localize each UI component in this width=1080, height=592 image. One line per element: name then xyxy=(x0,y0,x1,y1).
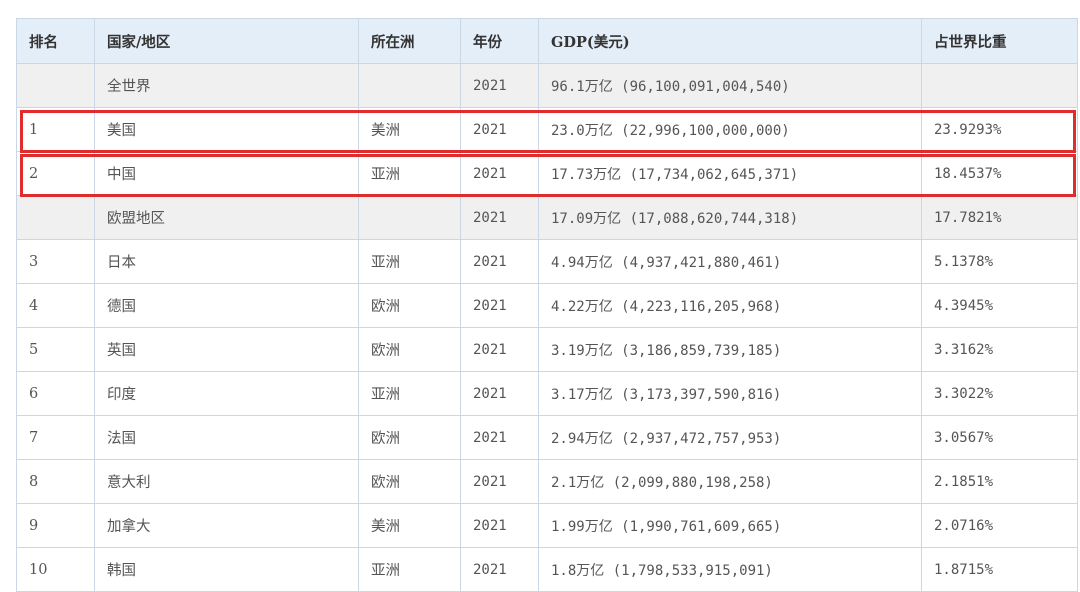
share-cell: 2.1851% xyxy=(921,459,1078,504)
rank-cell xyxy=(16,195,95,240)
table-row: 6 印度 亚洲 2021 3.17万亿 (3,173,397,590,816) 3.302… xyxy=(16,371,1078,416)
rank-cell: 9 xyxy=(16,503,95,548)
country-cell: 全世界 xyxy=(94,63,359,108)
gdp-cell: 17.09万亿 (17,088,620,744,318) xyxy=(538,195,922,240)
table-row: 7 法国 欧洲 2021 2.94万亿 (2,937,472,757,953) 3.056… xyxy=(16,415,1078,460)
column-header-share: 占世界比重 xyxy=(921,18,1078,64)
year-cell: 2021 xyxy=(460,283,539,328)
year-cell: 2021 xyxy=(460,547,539,592)
rank-cell: 10 xyxy=(16,547,95,592)
table-row: 2 中国 亚洲 2021 17.73万亿 (17,734,062,645,371) 18.… xyxy=(16,151,1078,196)
continent-cell: 亚洲 xyxy=(358,239,461,284)
gdp-cell: 17.73万亿 (17,734,062,645,371) xyxy=(538,151,922,196)
country-cell: 英国 xyxy=(94,327,359,372)
continent-cell: 亚洲 xyxy=(358,547,461,592)
gdp-cell: 4.22万亿 (4,223,116,205,968) xyxy=(538,283,922,328)
year-cell: 2021 xyxy=(460,459,539,504)
column-header-continent: 所在洲 xyxy=(358,18,461,64)
column-header-country: 国家/地区 xyxy=(94,18,359,64)
gdp-ranking-table: 排名 国家/地区 所在洲 年份 GDP(美元) 占世界比重 全世界 2021 96.… xyxy=(16,18,1078,592)
gdp-cell: 96.1万亿 (96,100,091,004,540) xyxy=(538,63,922,108)
rank-cell: 7 xyxy=(16,415,95,460)
gdp-cell: 2.94万亿 (2,937,472,757,953) xyxy=(538,415,922,460)
year-cell: 2021 xyxy=(460,239,539,284)
rank-cell: 3 xyxy=(16,239,95,284)
continent-cell: 欧洲 xyxy=(358,415,461,460)
rank-cell: 1 xyxy=(16,107,95,152)
rank-cell: 6 xyxy=(16,371,95,416)
continent-cell xyxy=(358,195,461,240)
year-cell: 2021 xyxy=(460,107,539,152)
table-row: 5 英国 欧洲 2021 3.19万亿 (3,186,859,739,185) 3.316… xyxy=(16,327,1078,372)
header-row: 排名 国家/地区 所在洲 年份 GDP(美元) 占世界比重 xyxy=(16,18,1078,64)
country-cell: 印度 xyxy=(94,371,359,416)
share-cell: 3.3162% xyxy=(921,327,1078,372)
share-cell: 4.3945% xyxy=(921,283,1078,328)
continent-cell: 美洲 xyxy=(358,503,461,548)
continent-cell: 美洲 xyxy=(358,107,461,152)
rank-cell: 5 xyxy=(16,327,95,372)
year-cell: 2021 xyxy=(460,415,539,460)
share-cell: 5.1378% xyxy=(921,239,1078,284)
table-row-aggregate: 全世界 2021 96.1万亿 (96,100,091,004,540) xyxy=(16,63,1078,108)
column-header-rank: 排名 xyxy=(16,18,95,64)
year-cell: 2021 xyxy=(460,63,539,108)
rank-cell: 8 xyxy=(16,459,95,504)
gdp-cell: 1.99万亿 (1,990,761,609,665) xyxy=(538,503,922,548)
gdp-cell: 3.17万亿 (3,173,397,590,816) xyxy=(538,371,922,416)
continent-cell: 欧洲 xyxy=(358,283,461,328)
table-row: 9 加拿大 美洲 2021 1.99万亿 (1,990,761,609,665) 2.07… xyxy=(16,503,1078,548)
continent-cell: 欧洲 xyxy=(358,459,461,504)
table-row: 1 美国 美洲 2021 23.0万亿 (22,996,100,000,000) 23.9… xyxy=(16,107,1078,152)
country-cell: 意大利 xyxy=(94,459,359,504)
year-cell: 2021 xyxy=(460,371,539,416)
share-cell: 1.8715% xyxy=(921,547,1078,592)
column-header-year: 年份 xyxy=(460,18,539,64)
country-cell: 欧盟地区 xyxy=(94,195,359,240)
column-header-gdp: GDP(美元) xyxy=(538,18,922,64)
gdp-cell: 2.1万亿 (2,099,880,198,258) xyxy=(538,459,922,504)
table-row: 4 德国 欧洲 2021 4.22万亿 (4,223,116,205,968) 4.394… xyxy=(16,283,1078,328)
table-header: 排名 国家/地区 所在洲 年份 GDP(美元) 占世界比重 xyxy=(16,18,1078,64)
table-row: 8 意大利 欧洲 2021 2.1万亿 (2,099,880,198,258) 2.185… xyxy=(16,459,1078,504)
continent-cell xyxy=(358,63,461,108)
country-cell: 日本 xyxy=(94,239,359,284)
continent-cell: 欧洲 xyxy=(358,327,461,372)
table-body: 全世界 2021 96.1万亿 (96,100,091,004,540) 1 美国 美洲 2… xyxy=(16,63,1078,592)
table-row: 10 韩国 亚洲 2021 1.8万亿 (1,798,533,915,091) 1.871… xyxy=(16,547,1078,592)
rank-cell: 4 xyxy=(16,283,95,328)
table-row-aggregate: 欧盟地区 2021 17.09万亿 (17,088,620,744,318) 17.7… xyxy=(16,195,1078,240)
gdp-cell: 3.19万亿 (3,186,859,739,185) xyxy=(538,327,922,372)
share-cell xyxy=(921,63,1078,108)
gdp-cell: 1.8万亿 (1,798,533,915,091) xyxy=(538,547,922,592)
continent-cell: 亚洲 xyxy=(358,371,461,416)
rank-cell xyxy=(16,63,95,108)
rank-cell: 2 xyxy=(16,151,95,196)
gdp-cell: 23.0万亿 (22,996,100,000,000) xyxy=(538,107,922,152)
table-row: 3 日本 亚洲 2021 4.94万亿 (4,937,421,880,461) 5.137… xyxy=(16,239,1078,284)
continent-cell: 亚洲 xyxy=(358,151,461,196)
share-cell: 2.0716% xyxy=(921,503,1078,548)
year-cell: 2021 xyxy=(460,195,539,240)
share-cell: 3.0567% xyxy=(921,415,1078,460)
country-cell: 中国 xyxy=(94,151,359,196)
year-cell: 2021 xyxy=(460,503,539,548)
country-cell: 法国 xyxy=(94,415,359,460)
country-cell: 德国 xyxy=(94,283,359,328)
country-cell: 美国 xyxy=(94,107,359,152)
share-cell: 3.3022% xyxy=(921,371,1078,416)
share-cell: 18.4537% xyxy=(921,151,1078,196)
year-cell: 2021 xyxy=(460,327,539,372)
country-cell: 韩国 xyxy=(94,547,359,592)
year-cell: 2021 xyxy=(460,151,539,196)
share-cell: 23.9293% xyxy=(921,107,1078,152)
share-cell: 17.7821% xyxy=(921,195,1078,240)
gdp-cell: 4.94万亿 (4,937,421,880,461) xyxy=(538,239,922,284)
country-cell: 加拿大 xyxy=(94,503,359,548)
